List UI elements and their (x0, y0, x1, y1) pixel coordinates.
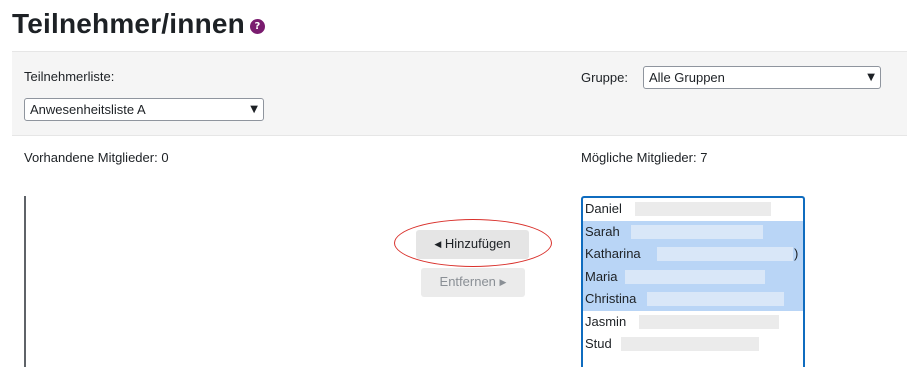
add-button[interactable]: ◀ Hinzufügen (416, 230, 529, 259)
participant-list-select[interactable]: Anwesenheitsliste A ▼ (24, 98, 264, 121)
member-name: Jasmin (585, 313, 627, 329)
arrow-left-icon: ◀ (434, 240, 442, 250)
redacted-text (631, 224, 763, 239)
list-item[interactable]: Sarah (583, 220, 803, 243)
list-item[interactable]: Christina (583, 288, 803, 311)
redacted-text (647, 292, 784, 306)
list-item[interactable]: Daniel (583, 198, 803, 221)
member-name: Christina (585, 291, 637, 306)
chevron-down-icon: ▼ (250, 104, 258, 115)
list-item[interactable]: Stud (583, 333, 803, 356)
redacted-text (625, 269, 765, 284)
existing-members-count: Vorhandene Mitglieder: 0 (24, 150, 169, 165)
arrow-right-icon: ▶ (499, 278, 507, 288)
filter-bar: Teilnehmerliste: Anwesenheitsliste A ▼ G… (12, 51, 907, 136)
member-name: Katharina (585, 246, 641, 261)
member-name: Maria (585, 268, 618, 284)
add-button-label: Hinzufügen (444, 236, 511, 251)
group-select[interactable]: Alle Gruppen ▼ (643, 66, 881, 89)
group-value: Alle Gruppen (649, 70, 725, 85)
member-name: Sarah (585, 223, 620, 239)
participants-page: Teilnehmer/innen ? Teilnehmerliste: Anwe… (0, 0, 907, 367)
possible-members-list[interactable]: Daniel Sarah Katharina ) Maria Christina… (581, 196, 805, 367)
list-item[interactable]: Maria (583, 265, 803, 288)
existing-members-list[interactable] (24, 196, 26, 367)
remove-button[interactable]: Entfernen ▶ (421, 268, 525, 297)
member-name: Stud (585, 336, 612, 351)
member-suffix: ) (794, 246, 799, 261)
help-icon[interactable]: ? (249, 18, 265, 34)
member-name: Daniel (585, 201, 622, 216)
participant-list-value: Anwesenheitsliste A (30, 102, 146, 117)
list-item[interactable]: Katharina ) (583, 243, 803, 266)
redacted-text (639, 314, 779, 329)
remove-button-label: Entfernen (439, 274, 496, 289)
chevron-down-icon: ▼ (867, 72, 875, 83)
list-item[interactable]: Jasmin (583, 311, 803, 334)
page-title: Teilnehmer/innen (12, 8, 245, 39)
participant-list-label: Teilnehmerliste: (24, 69, 115, 84)
group-label: Gruppe: (581, 70, 628, 85)
redacted-text (657, 247, 793, 261)
title-row: Teilnehmer/innen ? (12, 6, 265, 42)
redacted-text (635, 202, 771, 216)
redacted-text (621, 337, 759, 351)
possible-members-count: Mögliche Mitglieder: 7 (581, 150, 708, 165)
